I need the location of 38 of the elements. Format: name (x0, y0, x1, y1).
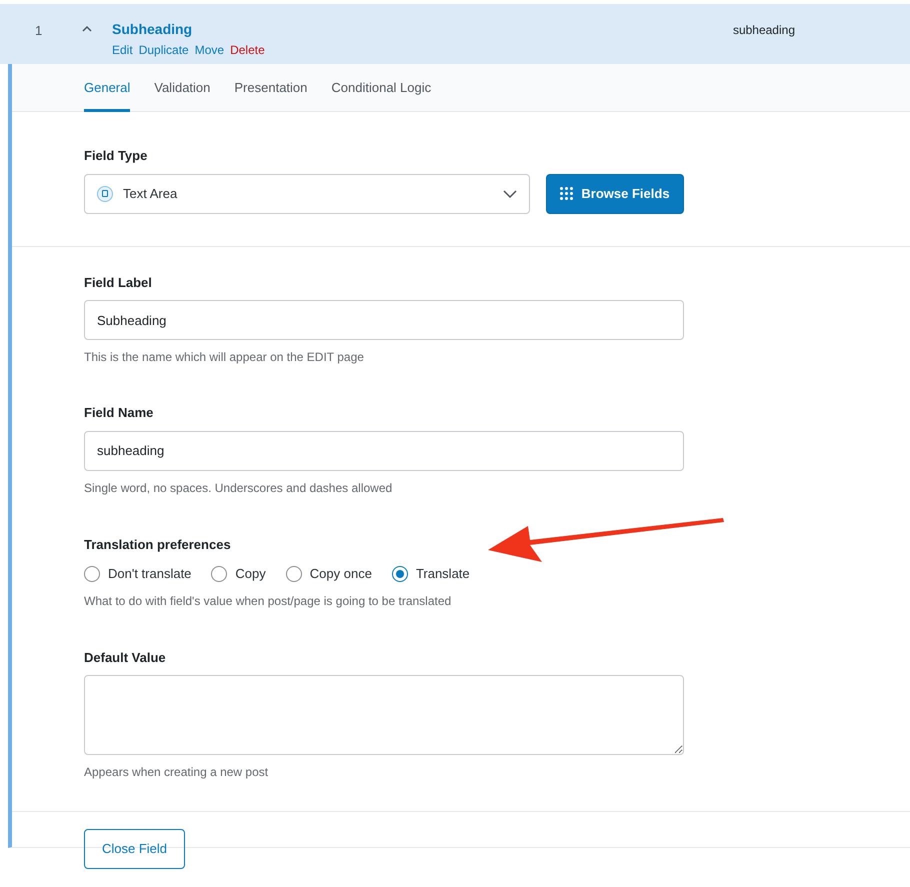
select-field[interactable]: Text Area (84, 174, 530, 214)
field-label: Default Value (84, 648, 167, 666)
field-label: Field Type (84, 147, 148, 165)
field-label: Field Label (84, 274, 153, 292)
action-link[interactable]: Duplicate (138, 41, 189, 59)
help-text: This is the name which will appear on the EDIT page (84, 349, 365, 366)
help-text: What to do with field's value when post/page is going to be translated (84, 592, 452, 610)
field-name-text: subheading (732, 22, 795, 39)
radio-button[interactable] (392, 566, 408, 582)
radio-label: Copy (235, 565, 266, 583)
action-link[interactable]: Edit (112, 41, 133, 59)
input-field[interactable]: Subheading (84, 300, 684, 340)
grid-icon (560, 187, 574, 200)
radio-button[interactable] (84, 566, 100, 582)
help-text: Single word, no spaces. Underscores and dashes allowed (84, 480, 394, 496)
browse-fields-button[interactable]: Browse Fields (546, 174, 684, 214)
chevron-down-icon (503, 190, 517, 198)
field-type-icon (97, 186, 113, 202)
select-value: Text Area (123, 184, 178, 203)
tab[interactable]: Presentation (234, 64, 308, 112)
close-field-button[interactable]: Close Field (84, 829, 185, 869)
field-title-link[interactable]: Subheading (112, 21, 265, 37)
radio-label: Copy once (310, 565, 372, 583)
radio-label: Translate (416, 565, 470, 583)
delete-link[interactable]: Delete (230, 41, 265, 59)
radio-label: Don't translate (108, 565, 192, 583)
tab[interactable]: General (84, 64, 130, 112)
field-label: Translation preferences (84, 536, 232, 554)
radio-button[interactable] (286, 566, 302, 582)
input-field[interactable]: subheading (84, 430, 684, 470)
tab[interactable]: Validation (154, 64, 210, 112)
tab[interactable]: Conditional Logic (331, 64, 432, 112)
text-area[interactable] (84, 675, 684, 755)
radio-button[interactable] (211, 566, 228, 582)
field-label: Field Name (84, 404, 154, 422)
field-order: 1 (35, 22, 44, 40)
action-link[interactable]: Move (194, 41, 224, 59)
help-text: Appears when creating a new post (84, 764, 270, 781)
